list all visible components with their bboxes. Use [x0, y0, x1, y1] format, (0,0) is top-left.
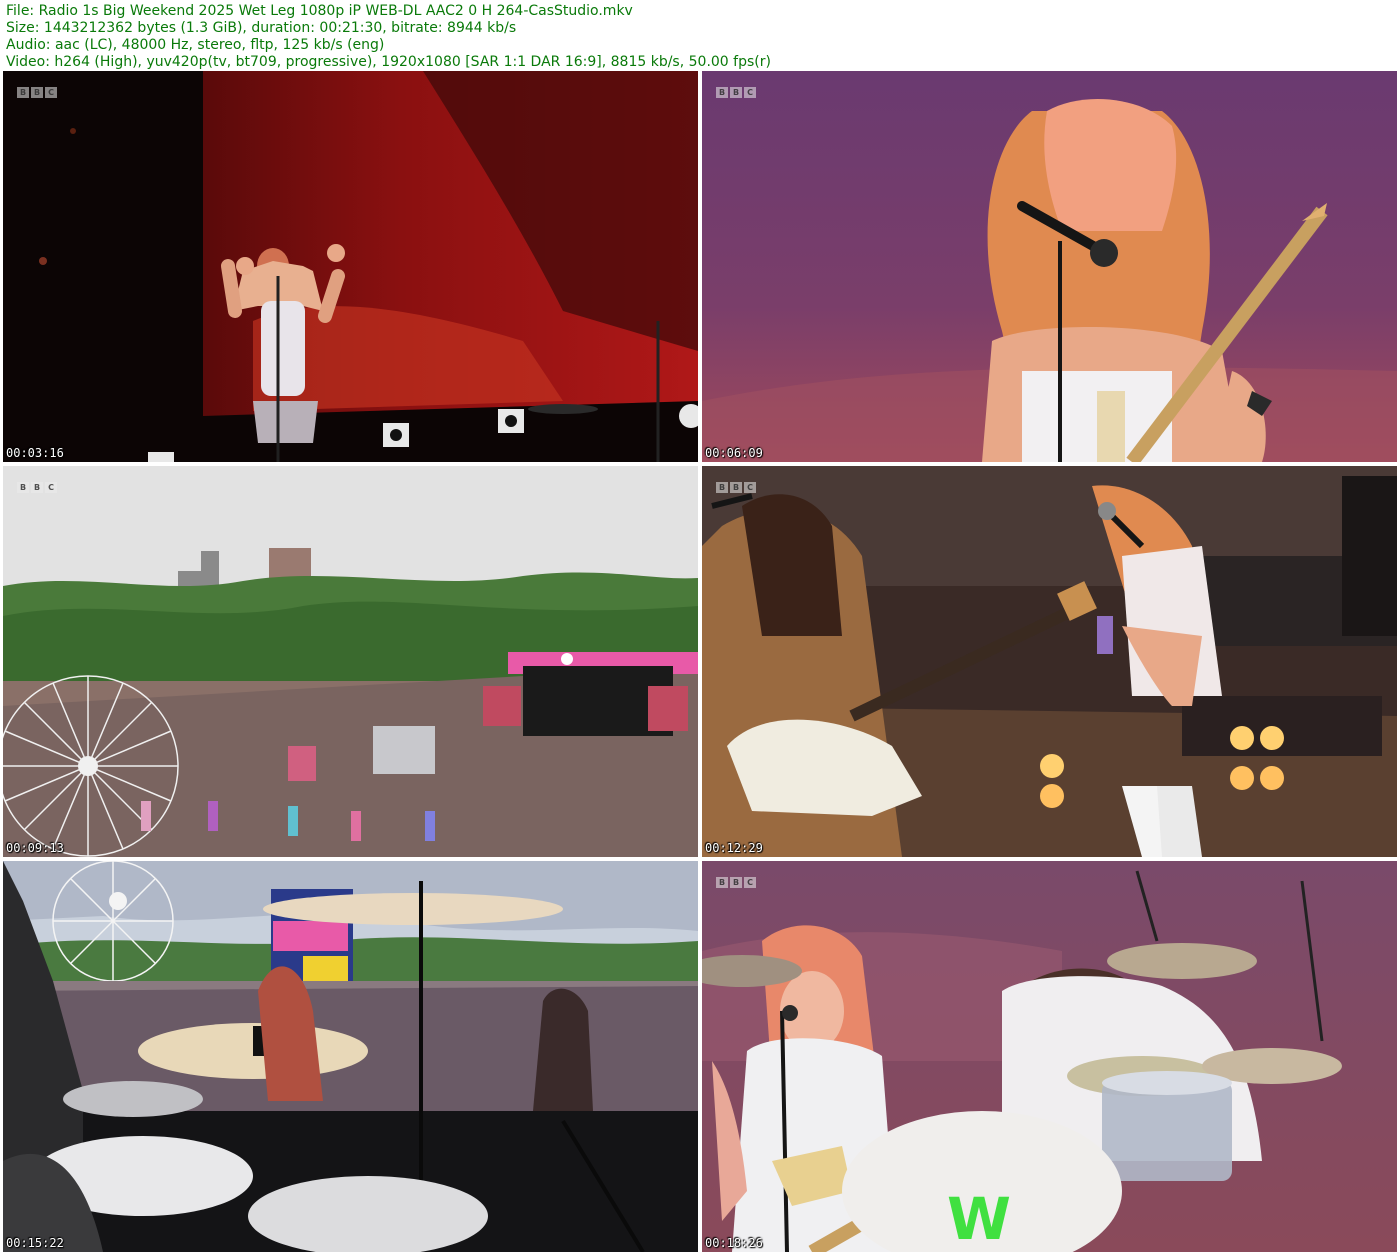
bbc-watermark: BBC: [716, 482, 756, 493]
thumbnail-3-image: [3, 466, 698, 857]
thumbnail-6-image: W: [702, 861, 1397, 1252]
video-info-line: Video: h264 (High), yuv420p(tv, bt709, p…: [6, 54, 771, 70]
file-size-line: Size: 1443212362 bytes (1.3 GiB), durati…: [6, 20, 517, 36]
bbc-watermark: BBC: [716, 877, 756, 888]
thumbnail-1-image: [3, 71, 698, 462]
thumbnail-4-image: [702, 466, 1397, 857]
thumbnail-2[interactable]: BBC 00:06:09: [702, 71, 1397, 462]
thumbnail-timestamp: 00:03:16: [6, 446, 64, 460]
thumbnail-4[interactable]: BBC 00:12:29: [702, 466, 1397, 857]
thumbnail-6[interactable]: W BBC 00:18:26: [702, 861, 1397, 1252]
file-info-header: File: Radio 1s Big Weekend 2025 Wet Leg …: [6, 3, 1394, 71]
thumbnail-1[interactable]: BBC 00:03:16: [3, 71, 698, 462]
thumbnail-timestamp: 00:15:22: [6, 1236, 64, 1250]
svg-text:W: W: [947, 1185, 1011, 1252]
thumbnail-timestamp: 00:09:13: [6, 841, 64, 855]
thumbnail-5-image: [3, 861, 698, 1252]
file-name-line: File: Radio 1s Big Weekend 2025 Wet Leg …: [6, 3, 633, 19]
thumbnail-timestamp: 00:18:26: [705, 1236, 763, 1250]
audio-info-line: Audio: aac (LC), 48000 Hz, stereo, fltp,…: [6, 37, 385, 53]
thumbnail-2-image: [702, 71, 1397, 462]
bbc-watermark: BBC: [17, 87, 57, 98]
thumbnail-timestamp: 00:06:09: [705, 446, 763, 460]
thumbnail-timestamp: 00:12:29: [705, 841, 763, 855]
bbc-watermark: BBC: [716, 87, 756, 98]
thumbnail-5[interactable]: 00:15:22: [3, 861, 698, 1252]
thumbnail-3[interactable]: BBC 00:09:13: [3, 466, 698, 857]
bbc-watermark: BBC: [17, 482, 57, 493]
